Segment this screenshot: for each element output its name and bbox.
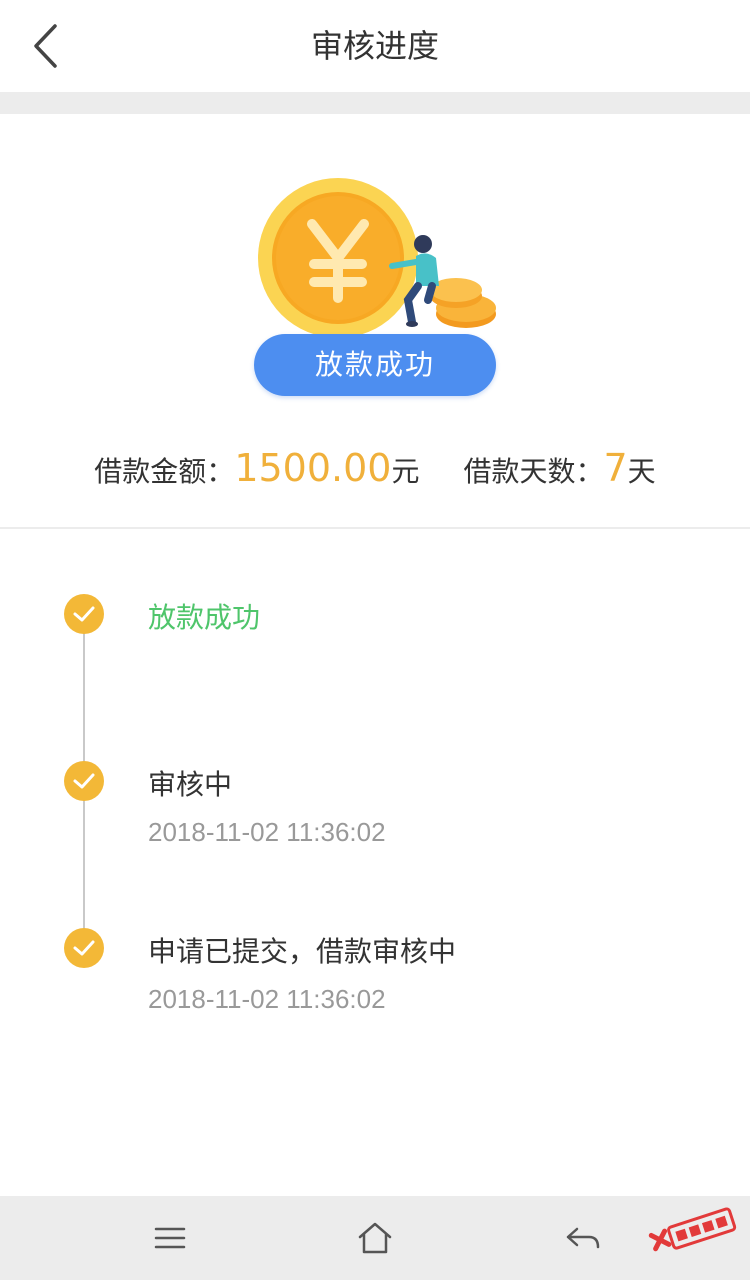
days-value: 7 bbox=[603, 446, 628, 490]
divider bbox=[0, 527, 750, 529]
home-button[interactable] bbox=[347, 1210, 403, 1266]
back-arrow-icon bbox=[566, 1227, 600, 1249]
check-icon bbox=[64, 928, 104, 968]
system-navigation-bar bbox=[0, 1196, 750, 1280]
menu-button[interactable] bbox=[142, 1210, 198, 1266]
days-unit: 天 bbox=[627, 455, 656, 488]
amount-unit: 元 bbox=[391, 455, 420, 488]
page-title: 审核进度 bbox=[310, 27, 439, 65]
status-badge: 放款成功 bbox=[254, 334, 496, 396]
timeline-step-title: 审核中 bbox=[148, 768, 233, 801]
coin-illustration bbox=[258, 178, 496, 338]
days-label: 借款天数： bbox=[463, 455, 604, 488]
loan-summary: 借款金额： 1500.00 元 借款天数： 7 天 bbox=[0, 446, 750, 506]
timeline-step-title: 申请已提交，借款审核中 bbox=[148, 935, 457, 968]
timeline-step-title: 放款成功 bbox=[148, 601, 261, 634]
menu-icon bbox=[154, 1227, 186, 1249]
back-nav-button[interactable] bbox=[555, 1210, 611, 1266]
timeline-step-time: 2018-11-02 11:36:02 bbox=[148, 984, 386, 1014]
check-icon bbox=[64, 594, 104, 634]
top-bar: 审核进度 bbox=[0, 0, 750, 92]
amount-label: 借款金额： bbox=[94, 455, 235, 488]
home-icon bbox=[358, 1222, 392, 1254]
timeline-step-time: 2018-11-02 11:36:02 bbox=[148, 817, 386, 847]
check-icon bbox=[64, 761, 104, 801]
section-separator bbox=[0, 92, 750, 114]
amount-value: 1500.00 bbox=[234, 446, 392, 490]
